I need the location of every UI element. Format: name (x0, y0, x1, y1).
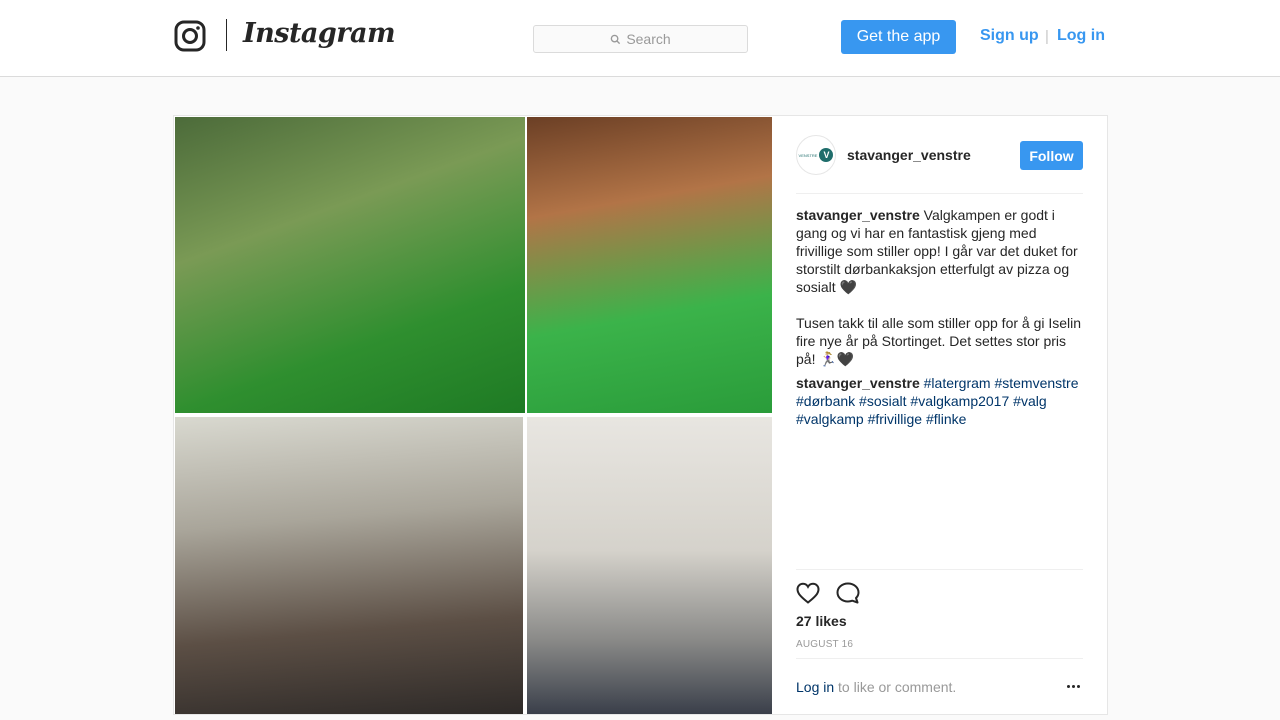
login-prompt: Log in to like or comment. (796, 679, 956, 695)
divider (796, 569, 1083, 570)
like-count[interactable]: 27 likes (796, 613, 847, 629)
log-in-link[interactable]: Log in (1057, 27, 1105, 45)
heart-icon[interactable] (795, 581, 821, 605)
avatar-text: VENSTRE (798, 152, 818, 158)
get-the-app-button[interactable]: Get the app (841, 20, 956, 54)
hashtag-comment: stavanger_venstre #latergram #stemvenstr… (796, 374, 1086, 428)
dot (1067, 685, 1070, 688)
caption-username[interactable]: stavanger_venstre (796, 207, 920, 223)
more-options-icon[interactable] (1067, 685, 1080, 688)
hashtag-link[interactable]: #stemvenstre (994, 375, 1078, 391)
hashtag-link[interactable]: #flinke (926, 411, 966, 427)
search-icon (611, 34, 621, 45)
post-sidebar: VENSTRE V stavanger_venstre Follow stava… (772, 116, 1107, 714)
dot (1072, 685, 1075, 688)
top-bar: Instagram Search Get the app Sign up | L… (0, 0, 1280, 77)
hashtag-link[interactable]: #valgkamp (796, 411, 864, 427)
post-card: VENSTRE V stavanger_venstre Follow stava… (173, 115, 1108, 715)
post-username[interactable]: stavanger_venstre (847, 147, 971, 163)
divider (796, 658, 1083, 659)
venstre-logo-icon: V (819, 148, 834, 162)
comment-username[interactable]: stavanger_venstre (796, 375, 920, 391)
instagram-wordmark[interactable]: Instagram (243, 18, 396, 49)
comment-icon[interactable] (835, 581, 861, 605)
sign-up-link[interactable]: Sign up (980, 27, 1039, 45)
hashtag-link[interactable]: #valg (1013, 393, 1046, 409)
logo-divider (226, 19, 227, 51)
caption-text-2: Tusen takk til alle som stiller opp for … (796, 315, 1082, 367)
photo-tile-man-with-cat (527, 117, 772, 413)
hashtag-link[interactable]: #sosialt (859, 393, 906, 409)
log-in-to-comment-link[interactable]: Log in (796, 679, 834, 695)
photo-tile-jumping-man (527, 417, 772, 714)
instagram-glyph-icon[interactable] (174, 20, 206, 52)
hashtag-link[interactable]: #dørbank (796, 393, 855, 409)
hashtag-link[interactable]: #latergram (924, 375, 991, 391)
divider (796, 193, 1083, 194)
post-photo-collage[interactable] (174, 116, 772, 714)
photo-tile-pizza-table (175, 417, 523, 714)
hashtag-link[interactable]: #frivillige (868, 411, 922, 427)
post-caption: stavanger_venstre Valgkampen er godt i g… (796, 206, 1086, 386)
header-separator: | (1045, 28, 1049, 45)
login-prompt-text: to like or comment. (834, 679, 957, 695)
follow-button[interactable]: Follow (1020, 141, 1083, 170)
hashtag-link[interactable]: #valgkamp2017 (910, 393, 1009, 409)
dot (1077, 685, 1080, 688)
search-input[interactable]: Search (533, 25, 748, 53)
photo-tile-selfie (175, 117, 525, 413)
search-placeholder: Search (626, 31, 671, 47)
post-date[interactable]: AUGUST 16 (796, 639, 853, 650)
avatar[interactable]: VENSTRE V (796, 135, 836, 175)
